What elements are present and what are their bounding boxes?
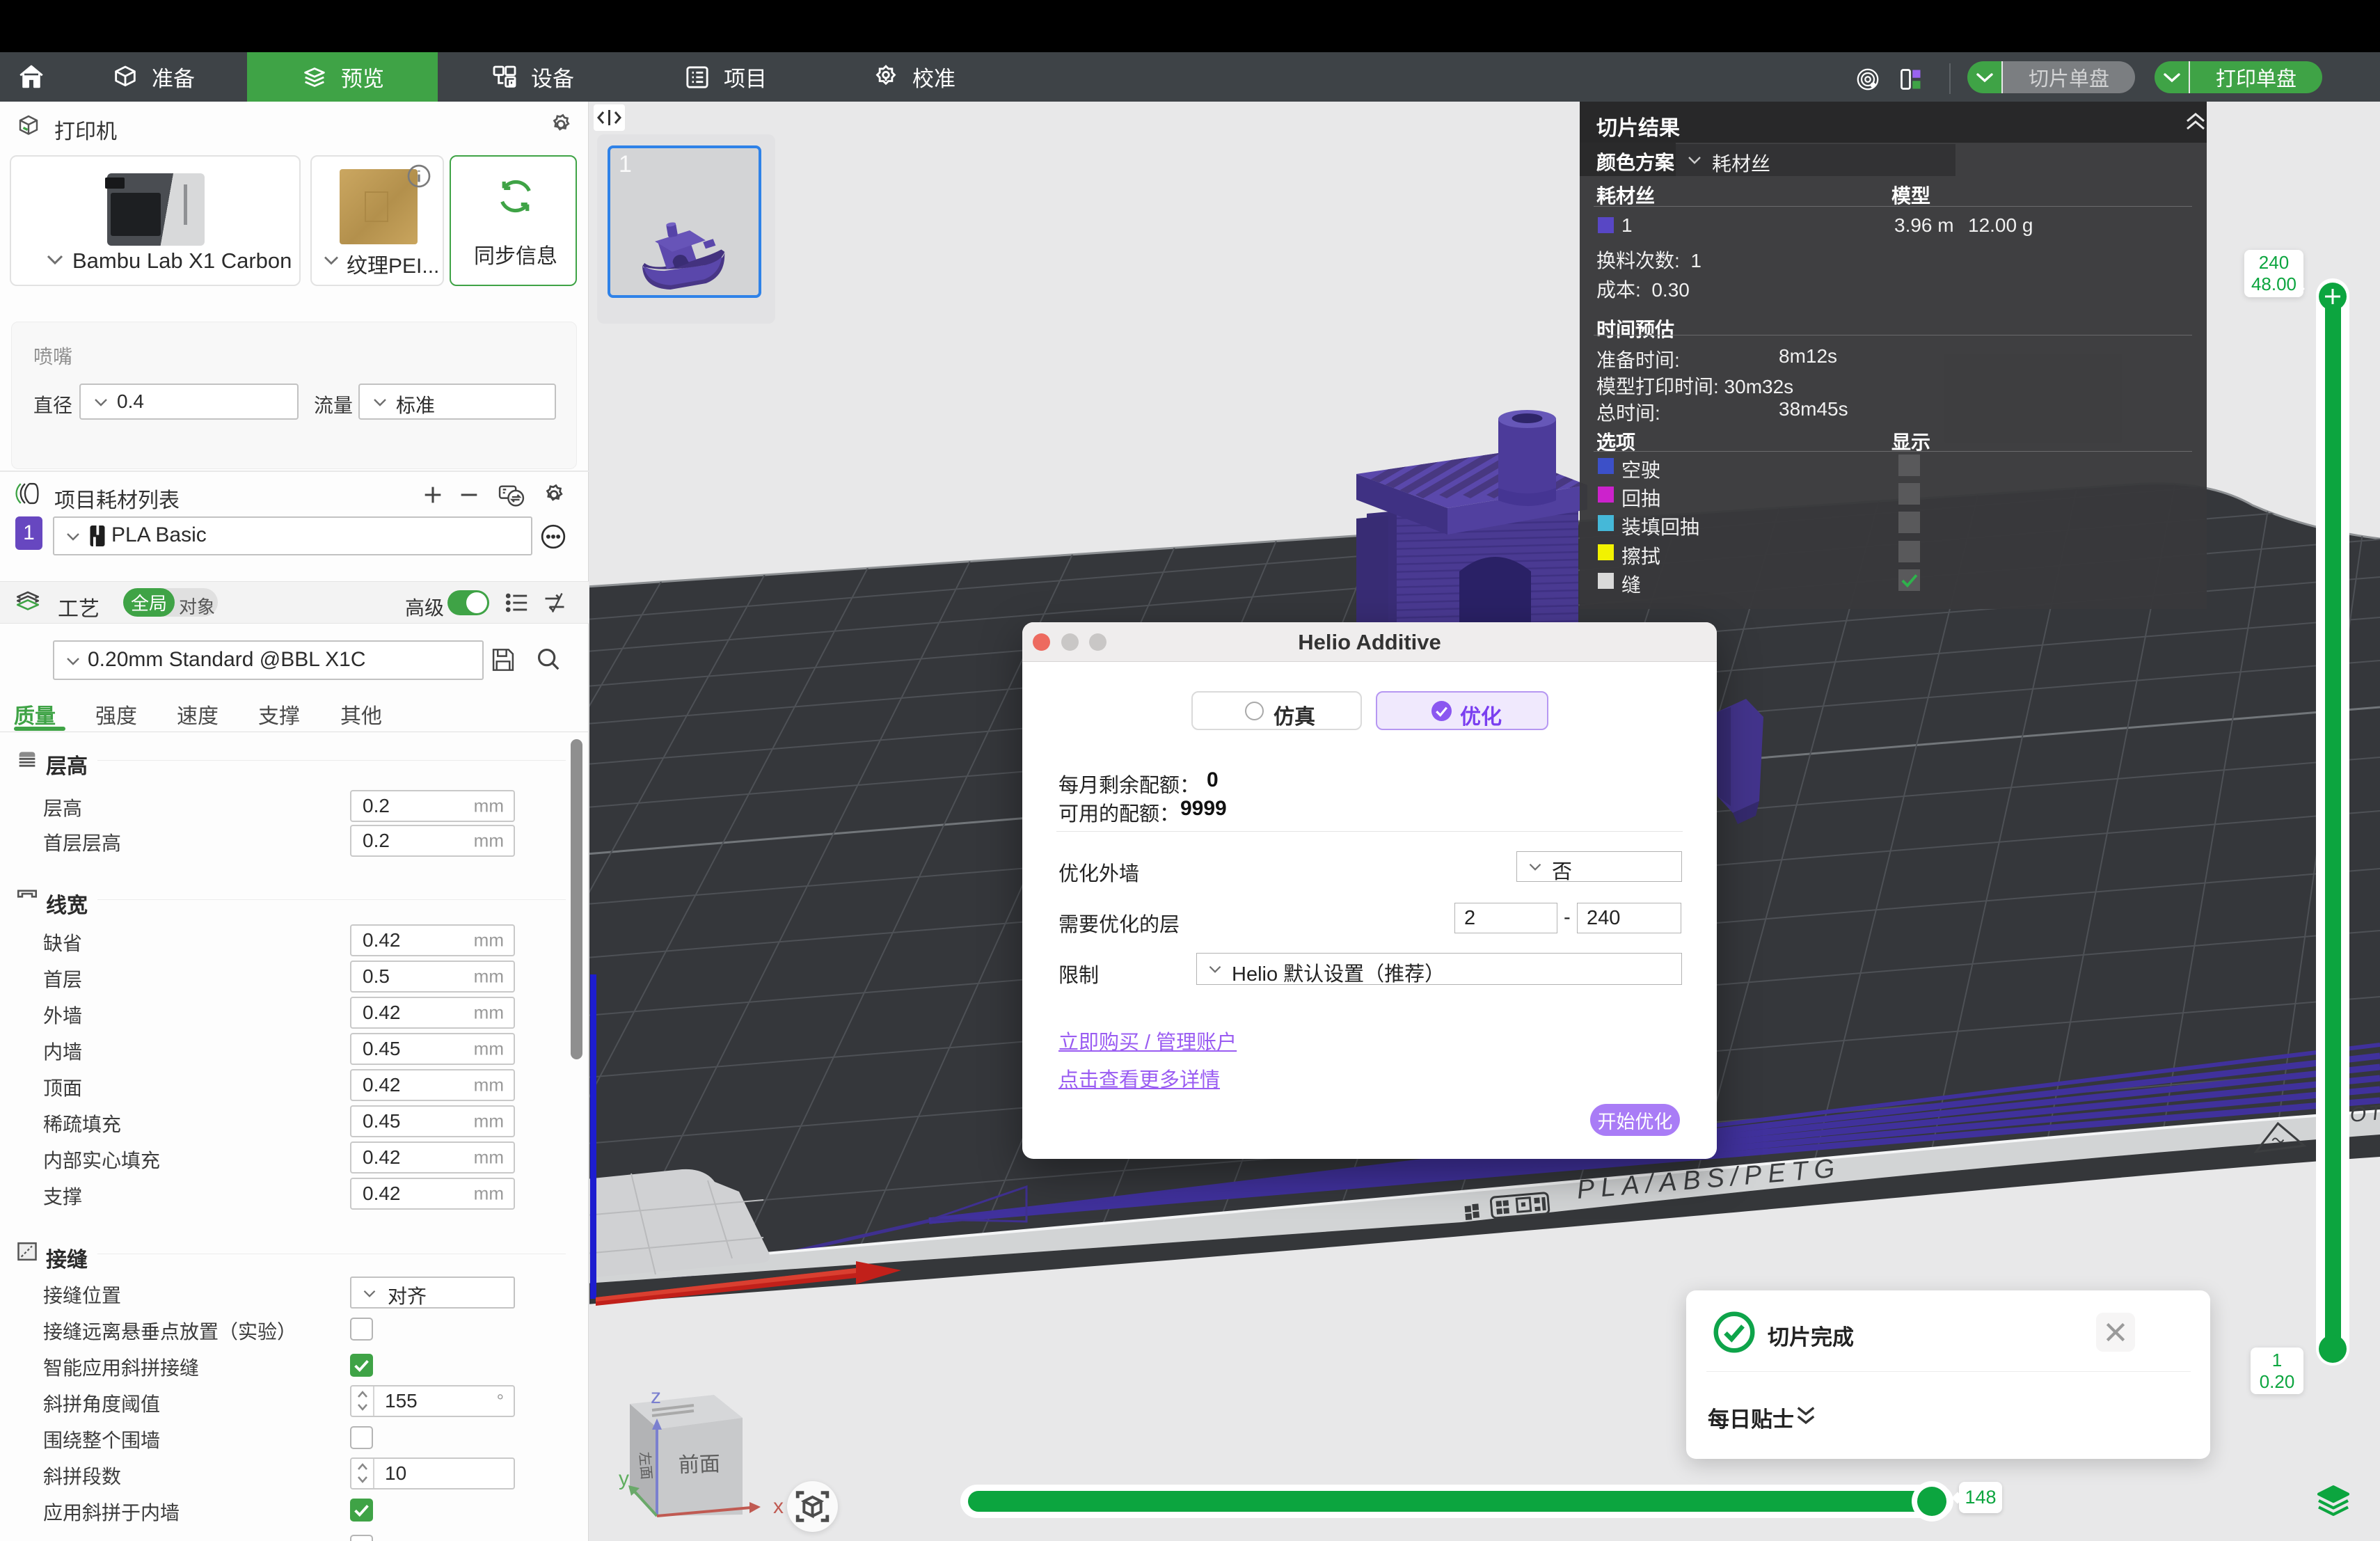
svg-text:y: y: [619, 1467, 629, 1490]
svg-text:前面: 前面: [678, 1453, 720, 1477]
svg-text:x: x: [773, 1495, 784, 1518]
svg-text:z: z: [651, 1385, 661, 1408]
svg-text:左面: 左面: [636, 1451, 654, 1480]
